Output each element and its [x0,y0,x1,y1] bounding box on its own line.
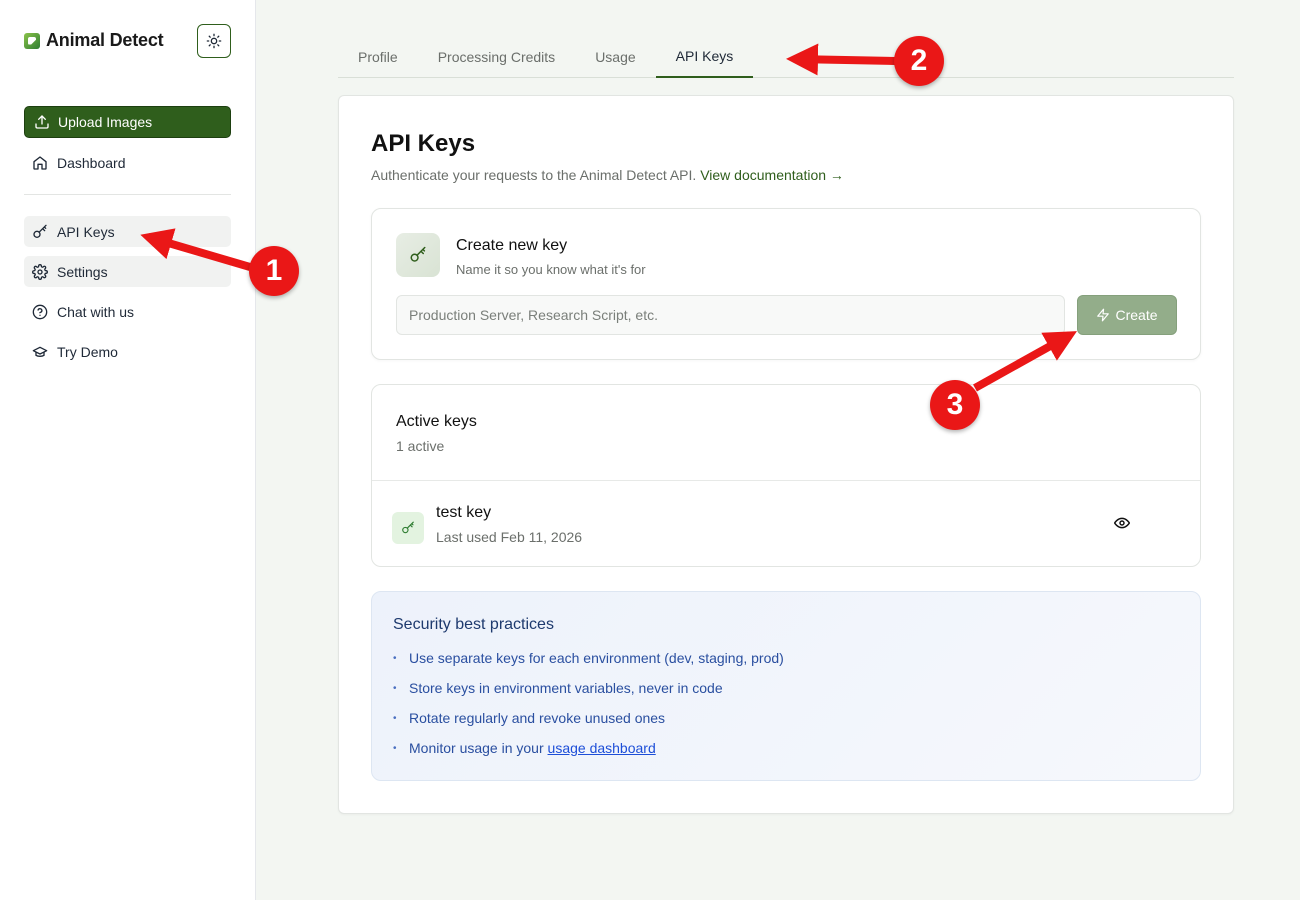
upload-icon [35,115,49,129]
sidebar-item-label: Try Demo [57,343,118,360]
reveal-key-button[interactable] [1114,514,1130,532]
sidebar-item-dashboard[interactable]: Dashboard [24,147,231,178]
page-subtitle: Authenticate your requests to the Animal… [371,167,844,183]
tip-text: Monitor usage in your [409,740,548,756]
help-circle-icon [32,304,48,319]
create-key-title: Create new key [456,237,568,254]
sidebar-item-label: API Keys [57,223,115,240]
gear-icon [32,263,48,280]
eye-icon [1114,517,1130,529]
key-icon [402,521,414,534]
annotation-badge-1: 1 [249,246,299,296]
sidebar-item-chat[interactable]: Chat with us [24,296,231,327]
tab-processing-credits[interactable]: Processing Credits [418,36,576,78]
logo-icon [24,32,40,49]
sidebar: Animal Detect Upload Images Dashboard AP… [0,0,256,900]
security-best-practices-panel: Security best practices • Use separate ke… [371,591,1201,781]
create-key-subtitle: Name it so you know what it's for [456,262,646,277]
divider [372,480,1200,481]
list-item: • Rotate regularly and revoke unused ones [393,710,666,726]
sidebar-divider [24,194,231,195]
list-item: • Monitor usage in your usage dashboard [393,740,656,756]
page-title: API Keys [371,130,476,157]
key-icon [33,224,47,238]
sidebar-item-try-demo[interactable]: Try Demo [24,336,231,367]
tip-text: Use separate keys for each environment (… [409,650,784,666]
security-title: Security best practices [393,616,554,633]
active-keys-title: Active keys [396,413,477,430]
upload-images-button[interactable]: Upload Images [24,106,231,138]
annotation-badge-2: 2 [894,36,944,86]
active-keys-count: 1 active [396,438,445,454]
list-item: • Use separate keys for each environment … [393,650,784,666]
settings-tabs: Profile Processing Credits Usage API Key… [338,36,1234,78]
sun-icon [206,33,222,49]
home-icon [33,155,47,170]
page-subtitle-text: Authenticate your requests to the Animal… [371,167,697,183]
tip-text: Store keys in environment variables, nev… [409,680,723,696]
sidebar-item-label: Dashboard [57,154,126,171]
create-key-tile [396,233,440,277]
active-keys-panel: Active keys 1 active test key Last used … [371,384,1201,567]
create-key-label: Create [1115,307,1158,323]
lightning-icon [1097,308,1110,322]
create-key-button[interactable]: Create [1077,295,1177,335]
list-item: • Store keys in environment variables, ne… [393,680,723,696]
sidebar-item-label: Chat with us [57,303,135,320]
key-name-input[interactable] [396,295,1065,335]
tab-api-keys[interactable]: API Keys [655,36,754,78]
sidebar-item-label: Settings [57,263,108,280]
create-key-panel: Create new key Name it so you know what … [371,208,1201,360]
view-documentation-link[interactable]: View documentation → [700,167,844,183]
brand[interactable]: Animal Detect [24,30,164,51]
tip-text: Rotate regularly and revoke unused ones [409,710,666,726]
key-row-icon-tile [392,512,424,544]
security-tips-list: • Use separate keys for each environment … [393,650,784,770]
brand-name: Animal Detect [46,30,164,50]
annotation-badge-3: 3 [930,380,980,430]
upload-images-label: Upload Images [58,114,153,130]
sidebar-item-api-keys[interactable]: API Keys [24,216,231,247]
usage-dashboard-link[interactable]: usage dashboard [548,740,656,756]
theme-toggle-button[interactable] [197,24,231,58]
graduation-cap-icon [32,346,48,357]
key-name: test key [436,504,492,521]
key-icon [410,246,426,262]
tab-usage[interactable]: Usage [575,36,655,78]
api-keys-card: API Keys Authenticate your requests to t… [338,95,1234,814]
sidebar-item-settings[interactable]: Settings [24,256,231,287]
tab-profile[interactable]: Profile [338,36,418,78]
key-last-used: Last used Feb 11, 2026 [436,529,583,545]
